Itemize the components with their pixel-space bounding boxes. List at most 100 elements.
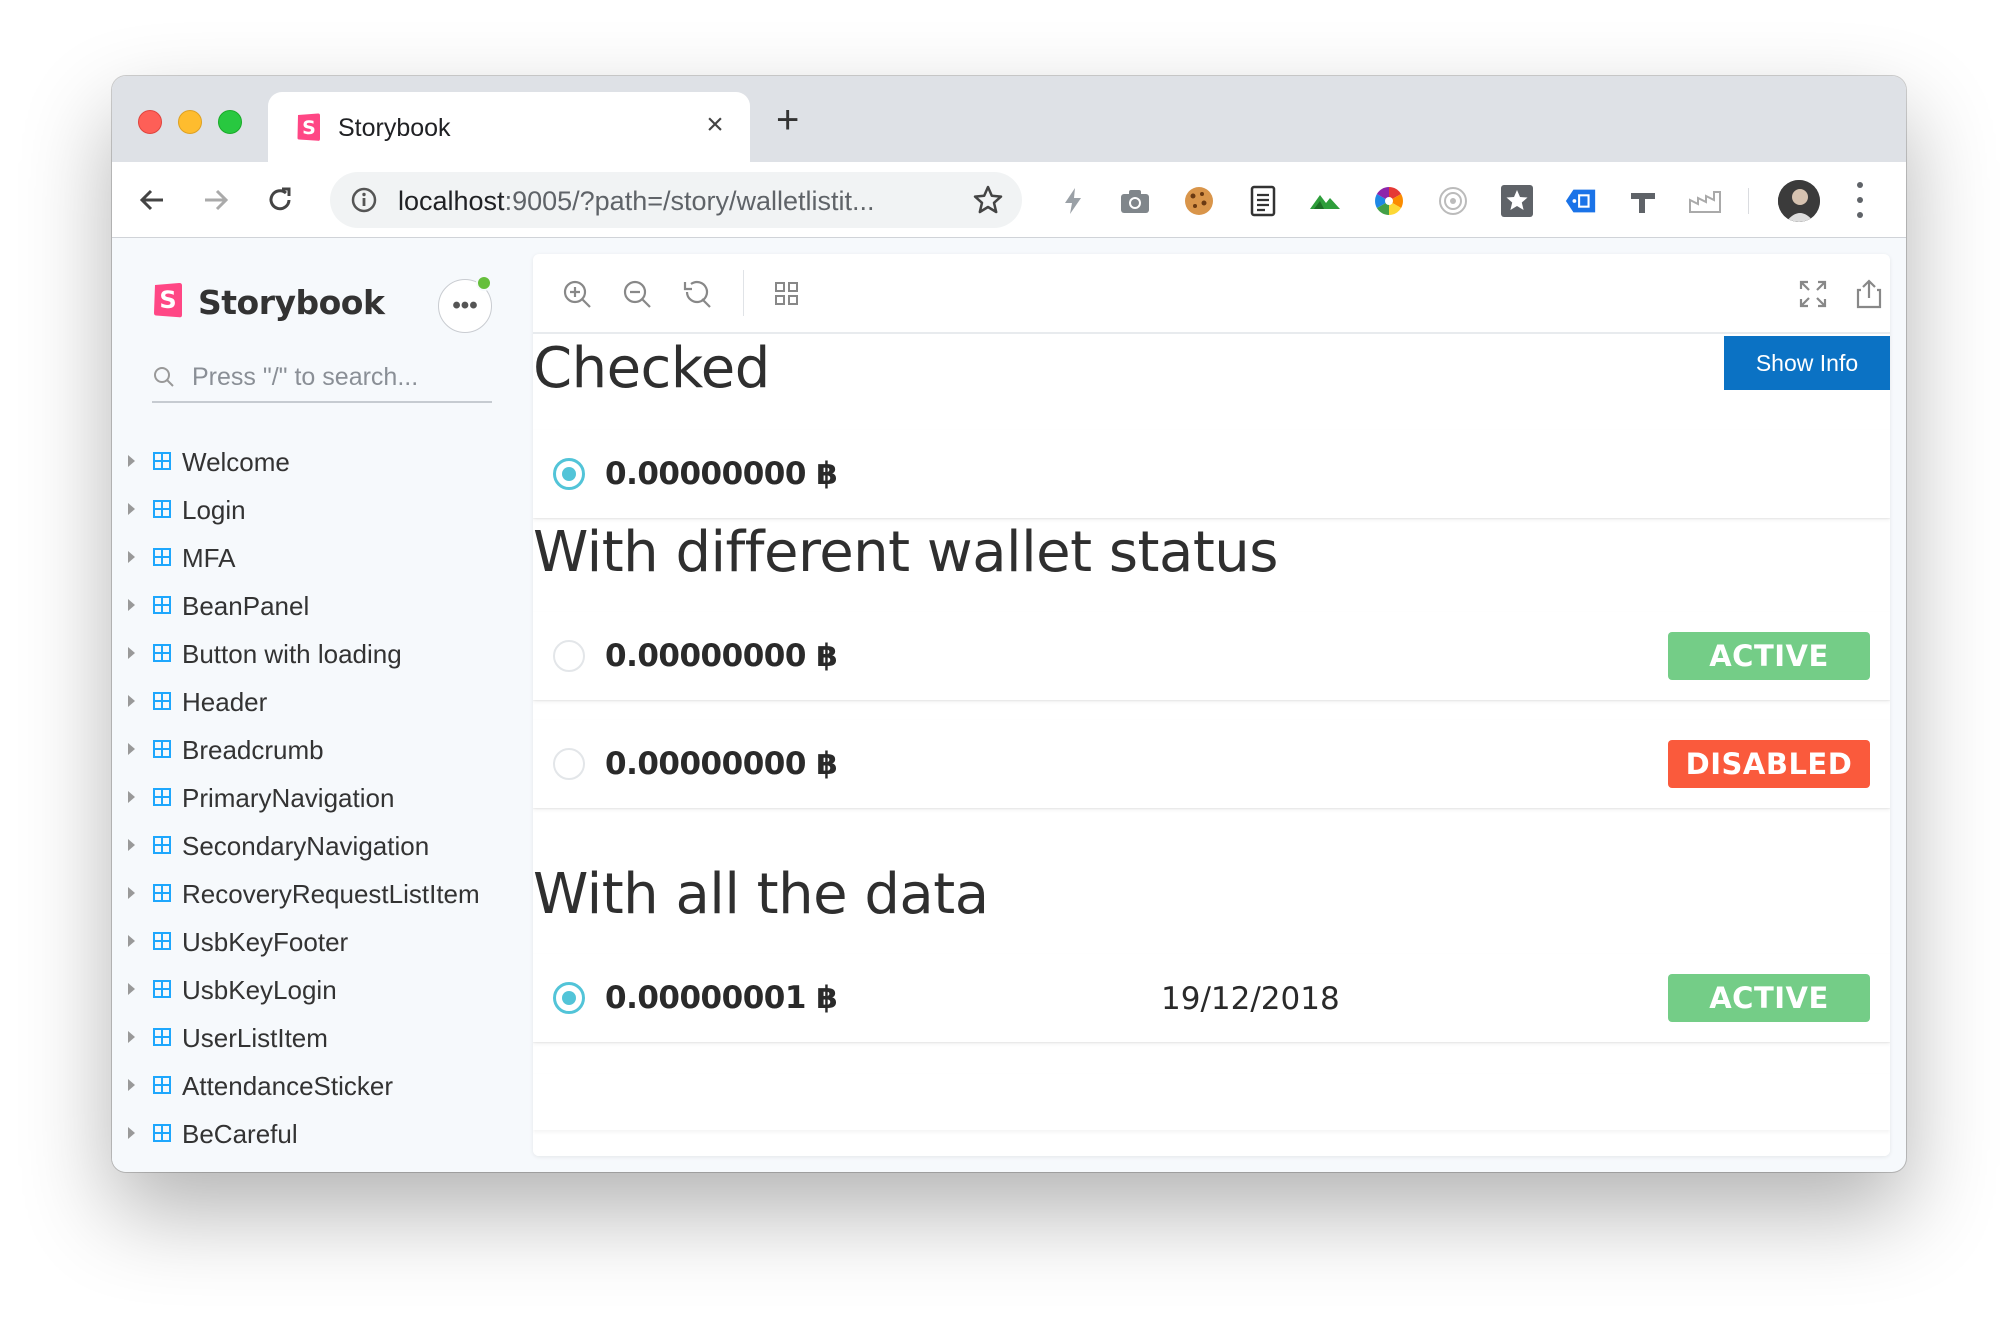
pin-extension-icon[interactable] bbox=[1626, 184, 1660, 218]
reset-zoom-icon[interactable] bbox=[679, 276, 715, 312]
radio-checked[interactable] bbox=[553, 982, 585, 1014]
maximize-window-button[interactable] bbox=[218, 110, 242, 134]
component-grid-icon bbox=[153, 1028, 171, 1046]
wallet-amount: 0.00000000 ฿ bbox=[605, 638, 838, 674]
search-icon bbox=[154, 367, 174, 387]
browser-menu-icon[interactable] bbox=[1852, 182, 1868, 218]
sidebar-item-button-with-loading[interactable]: Button with loading bbox=[112, 629, 532, 677]
cookie-extension-icon[interactable] bbox=[1182, 184, 1216, 218]
star-box-extension-icon[interactable] bbox=[1500, 184, 1534, 218]
site-info-icon[interactable] bbox=[350, 186, 378, 214]
radio-unchecked[interactable] bbox=[553, 640, 585, 672]
component-grid-icon bbox=[153, 1124, 171, 1142]
profile-avatar[interactable] bbox=[1778, 180, 1820, 222]
reload-button[interactable] bbox=[260, 180, 300, 220]
story-canvas: Show Info Checked 0.00000000 ฿ With diff… bbox=[533, 334, 1890, 1156]
share-icon[interactable] bbox=[1851, 276, 1887, 312]
sidebar-item-label: PrimaryNavigation bbox=[182, 783, 395, 813]
document-extension-icon[interactable] bbox=[1246, 184, 1280, 218]
expand-caret-icon[interactable] bbox=[128, 743, 135, 755]
component-grid-icon bbox=[153, 692, 171, 710]
wallet-list-item[interactable]: 0.00000000 ฿ bbox=[533, 430, 1890, 518]
tag-extension-icon[interactable] bbox=[1564, 184, 1598, 218]
sidebar-item-usb-key-footer[interactable]: UsbKeyFooter bbox=[112, 917, 532, 965]
storybook-favicon-icon: S bbox=[297, 113, 320, 141]
component-grid-icon bbox=[153, 452, 171, 470]
sidebar-item-label: Welcome bbox=[182, 447, 290, 477]
radio-unchecked[interactable] bbox=[553, 748, 585, 780]
status-badge: ACTIVE bbox=[1668, 974, 1870, 1022]
camera-extension-icon[interactable] bbox=[1118, 184, 1152, 218]
fullscreen-icon[interactable] bbox=[1795, 276, 1831, 312]
wallet-list-item[interactable]: 0.00000000 ฿ ACTIVE bbox=[533, 612, 1890, 700]
sidebar-item-be-careful[interactable]: BeCareful bbox=[112, 1109, 532, 1157]
sidebar-item-label: SecondaryNavigation bbox=[182, 831, 430, 861]
wallet-amount: 0.00000000 ฿ bbox=[605, 456, 838, 492]
tab-title: Storybook bbox=[338, 114, 451, 142]
radio-checked[interactable] bbox=[553, 458, 585, 490]
sidebar-item-recovery-request-list-item[interactable]: RecoveryRequestListItem bbox=[112, 869, 532, 917]
expand-caret-icon[interactable] bbox=[128, 791, 135, 803]
expand-caret-icon[interactable] bbox=[128, 1079, 135, 1091]
sidebar-item-mfa[interactable]: MFA bbox=[112, 533, 532, 581]
expand-caret-icon[interactable] bbox=[128, 503, 135, 515]
factory-extension-icon[interactable] bbox=[1688, 184, 1722, 218]
sidebar-item-secondary-navigation[interactable]: SecondaryNavigation bbox=[112, 821, 532, 869]
expand-caret-icon[interactable] bbox=[128, 599, 135, 611]
sidebar-item-welcome[interactable]: Welcome bbox=[112, 437, 532, 485]
back-button[interactable] bbox=[132, 180, 172, 220]
show-info-button[interactable]: Show Info bbox=[1724, 336, 1890, 390]
mountain-extension-icon[interactable] bbox=[1308, 184, 1342, 218]
zoom-out-icon[interactable] bbox=[619, 276, 655, 312]
status-badge: ACTIVE bbox=[1668, 632, 1870, 680]
component-grid-icon bbox=[153, 644, 171, 662]
expand-caret-icon[interactable] bbox=[128, 551, 135, 563]
browser-tab[interactable]: S Storybook × bbox=[268, 92, 750, 162]
grid-icon[interactable] bbox=[769, 276, 805, 312]
sidebar-item-attendance-sticker[interactable]: AttendanceSticker bbox=[112, 1061, 532, 1109]
expand-caret-icon[interactable] bbox=[128, 983, 135, 995]
address-bar[interactable]: localhost:9005/?path=/story/walletlistit… bbox=[330, 172, 1022, 228]
sidebar-item-beanpanel[interactable]: BeanPanel bbox=[112, 581, 532, 629]
svg-text:S: S bbox=[159, 286, 176, 314]
storybook-brand-title[interactable]: Storybook bbox=[198, 283, 385, 322]
search-input[interactable] bbox=[192, 359, 488, 395]
forward-button[interactable] bbox=[196, 180, 236, 220]
wallet-list-item[interactable]: 0.00000000 ฿ DISABLED bbox=[533, 720, 1890, 808]
reload-icon bbox=[269, 187, 291, 211]
wallet-list-item[interactable]: 0.00000001 ฿ 19/12/2018 ACTIVE bbox=[533, 954, 1890, 1042]
color-wheel-extension-icon[interactable] bbox=[1372, 184, 1406, 218]
expand-caret-icon[interactable] bbox=[128, 695, 135, 707]
sidebar-item-login[interactable]: Login bbox=[112, 485, 532, 533]
bookmark-star-icon[interactable] bbox=[972, 184, 1004, 216]
sidebar-item-label: Header bbox=[182, 687, 268, 717]
expand-caret-icon[interactable] bbox=[128, 887, 135, 899]
expand-caret-icon[interactable] bbox=[128, 1031, 135, 1043]
sidebar-item-user-list-item[interactable]: UserListItem bbox=[112, 1013, 532, 1061]
close-window-button[interactable] bbox=[138, 110, 162, 134]
lightning-extension-icon[interactable] bbox=[1056, 184, 1090, 218]
new-tab-button[interactable]: + bbox=[776, 98, 799, 143]
expand-caret-icon[interactable] bbox=[128, 1127, 135, 1139]
close-tab-icon[interactable]: × bbox=[700, 108, 730, 142]
target-extension-icon[interactable] bbox=[1436, 184, 1470, 218]
zoom-in-icon[interactable] bbox=[559, 276, 595, 312]
sidebar-item-label: BeCareful bbox=[182, 1119, 298, 1149]
expand-caret-icon[interactable] bbox=[128, 455, 135, 467]
preview-toolbar bbox=[533, 254, 1890, 334]
minimize-window-button[interactable] bbox=[178, 110, 202, 134]
expand-caret-icon[interactable] bbox=[128, 647, 135, 659]
story-list: Welcome Login MFA BeanPanel Button with … bbox=[112, 437, 532, 1157]
more-dots-icon: ••• bbox=[452, 292, 478, 319]
expand-caret-icon[interactable] bbox=[128, 839, 135, 851]
sidebar-item-usb-key-login[interactable]: UsbKeyLogin bbox=[112, 965, 532, 1013]
sidebar-item-primary-navigation[interactable]: PrimaryNavigation bbox=[112, 773, 532, 821]
expand-caret-icon[interactable] bbox=[128, 935, 135, 947]
back-arrow-icon bbox=[139, 189, 163, 211]
url-host: localhost bbox=[398, 186, 505, 216]
story-preview-panel: Show Info Checked 0.00000000 ฿ With diff… bbox=[533, 254, 1890, 1156]
sidebar-item-breadcrumb[interactable]: Breadcrumb bbox=[112, 725, 532, 773]
component-grid-icon bbox=[153, 500, 171, 518]
url-text: localhost:9005/?path=/story/walletlistit… bbox=[398, 186, 875, 217]
sidebar-item-header[interactable]: Header bbox=[112, 677, 532, 725]
